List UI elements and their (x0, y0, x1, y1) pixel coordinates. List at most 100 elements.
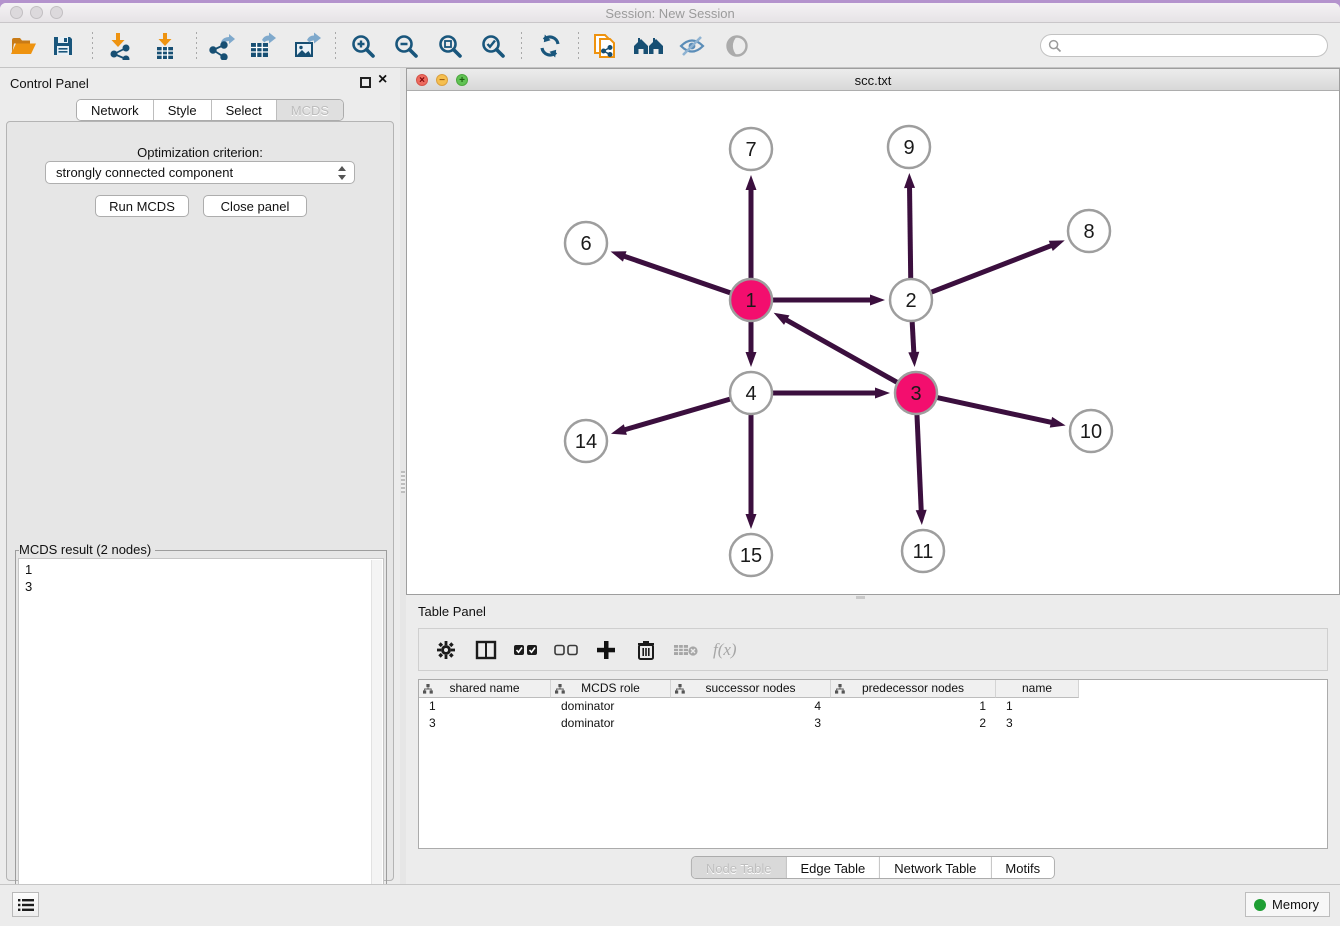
control-panel-tabs: Network Style Select MCDS (76, 99, 344, 121)
graph-node-label: 11 (913, 541, 934, 563)
memory-status-icon (1254, 899, 1266, 911)
tab-network-table[interactable]: Network Table (880, 857, 991, 878)
select-stepper-icon (337, 165, 348, 181)
export-network-icon[interactable] (204, 31, 238, 61)
refresh-icon[interactable] (533, 31, 567, 61)
table-toolbar: f(x) (418, 628, 1328, 671)
open-file-icon[interactable] (6, 31, 40, 61)
graph-edge-2-9[interactable] (910, 186, 911, 279)
edge-arrowhead-icon (875, 388, 890, 399)
table-cell: 1 (996, 698, 1079, 715)
close-panel-button[interactable]: Close panel (203, 195, 307, 217)
optimization-criterion-select[interactable]: strongly connected component (45, 161, 355, 184)
export-image-icon[interactable] (290, 31, 324, 61)
graph-edge-3-11[interactable] (917, 414, 921, 512)
export-table-icon[interactable] (246, 31, 280, 61)
column-type-icon (555, 684, 565, 694)
table-panel: Table Panel × f(x) (406, 600, 1340, 893)
node-table: shared nameMCDS rolesuccessor nodesprede… (418, 679, 1328, 849)
column-header-successor-nodes[interactable]: successor nodes (671, 680, 831, 698)
duplicate-network-icon[interactable] (588, 31, 622, 61)
status-bar: Memory (0, 884, 1340, 926)
graph-edge-3-1[interactable] (785, 319, 898, 383)
show-panels-button[interactable] (12, 892, 39, 917)
splitter-grip-icon (401, 471, 405, 493)
main-toolbar (0, 24, 1340, 68)
graph-node-label: 6 (580, 233, 591, 255)
search-input[interactable] (1040, 34, 1328, 57)
table-row[interactable]: 1dominator411 (419, 698, 1327, 715)
settings-gear-icon[interactable] (433, 637, 459, 663)
table-tabs: Node Table Edge Table Network Table Moti… (691, 856, 1055, 879)
tab-network[interactable]: Network (77, 100, 154, 120)
mcds-result-text[interactable]: 1 3 (18, 558, 384, 924)
graph-edge-2-8[interactable] (931, 245, 1053, 292)
deselect-all-icon[interactable] (553, 637, 579, 663)
float-panel-icon[interactable] (360, 77, 371, 88)
control-panel-title: Control Panel (10, 76, 89, 91)
edge-arrowhead-icon (870, 295, 885, 306)
result-scrollbar[interactable] (371, 560, 382, 924)
zoom-out-icon[interactable] (389, 31, 423, 61)
column-header-shared-name[interactable]: shared name (419, 680, 551, 698)
graph-node-label: 9 (903, 137, 914, 159)
tab-select[interactable]: Select (212, 100, 277, 120)
optimization-criterion-label: Optimization criterion: (7, 145, 393, 160)
home-icon[interactable] (632, 31, 666, 61)
zoom-fit-icon[interactable] (433, 31, 467, 61)
tab-mcds[interactable]: MCDS (277, 100, 343, 120)
mcds-result-group: MCDS result (2 nodes) 1 3 (15, 550, 387, 926)
tab-node-table[interactable]: Node Table (692, 857, 787, 878)
close-panel-icon[interactable]: × (378, 72, 387, 88)
select-all-icon[interactable] (513, 637, 539, 663)
run-mcds-button[interactable]: Run MCDS (95, 195, 189, 217)
graph-node-label: 2 (905, 290, 916, 312)
edge-arrowhead-icon (746, 175, 757, 190)
graph-node-label: 15 (740, 545, 762, 567)
show-details-icon[interactable] (720, 31, 754, 61)
graph-node-label: 14 (575, 431, 597, 453)
list-icon (18, 898, 34, 912)
network-window-titlebar[interactable]: × − + scc.txt (407, 69, 1339, 91)
edge-arrowhead-icon (908, 352, 919, 367)
graph-edge-2-3[interactable] (912, 321, 914, 354)
control-panel: Control Panel × Network Style Select MCD… (0, 68, 400, 884)
graph-edge-1-6[interactable] (623, 256, 731, 293)
edge-arrowhead-icon (916, 510, 927, 525)
search-icon (1048, 39, 1062, 53)
zoom-selected-icon[interactable] (476, 31, 510, 61)
graph-node-label: 8 (1083, 221, 1094, 243)
tab-edge-table[interactable]: Edge Table (786, 857, 880, 878)
network-canvas[interactable]: 7968124314101511 (407, 91, 1339, 594)
graph-node-label: 7 (745, 139, 756, 161)
edge-arrowhead-icon (611, 251, 627, 261)
tab-style[interactable]: Style (154, 100, 212, 120)
memory-button[interactable]: Memory (1245, 892, 1330, 917)
mcds-result-title: MCDS result (2 nodes) (19, 542, 155, 557)
tab-motifs[interactable]: Motifs (991, 857, 1054, 878)
mcds-tab-pane: Optimization criterion: strongly connect… (6, 121, 394, 881)
graph-edge-4-14[interactable] (623, 399, 730, 430)
column-header-name[interactable]: name (996, 680, 1079, 698)
import-network-icon[interactable] (103, 31, 137, 61)
delete-column-icon[interactable] (633, 637, 659, 663)
import-table-icon[interactable] (148, 31, 182, 61)
table-cell: 1 (831, 698, 996, 715)
zoom-in-icon[interactable] (346, 31, 380, 61)
graph-edge-3-10[interactable] (937, 397, 1053, 422)
add-column-icon[interactable] (593, 637, 619, 663)
edge-arrowhead-icon (611, 424, 627, 435)
window-title: Session: New Session (0, 6, 1340, 21)
delete-table-icon (673, 637, 699, 663)
table-cell: 2 (831, 715, 996, 732)
save-icon[interactable] (46, 31, 80, 61)
column-header-MCDS-role[interactable]: MCDS role (551, 680, 671, 698)
table-panel-title: Table Panel (418, 604, 486, 619)
column-type-icon (423, 684, 433, 694)
column-header-predecessor-nodes[interactable]: predecessor nodes (831, 680, 996, 698)
network-graph[interactable]: 7968124314101511 (407, 91, 1339, 594)
hide-details-icon[interactable] (675, 31, 709, 61)
graph-node-label: 10 (1080, 421, 1102, 443)
table-row[interactable]: 3dominator323 (419, 715, 1327, 732)
column-visibility-icon[interactable] (473, 637, 499, 663)
